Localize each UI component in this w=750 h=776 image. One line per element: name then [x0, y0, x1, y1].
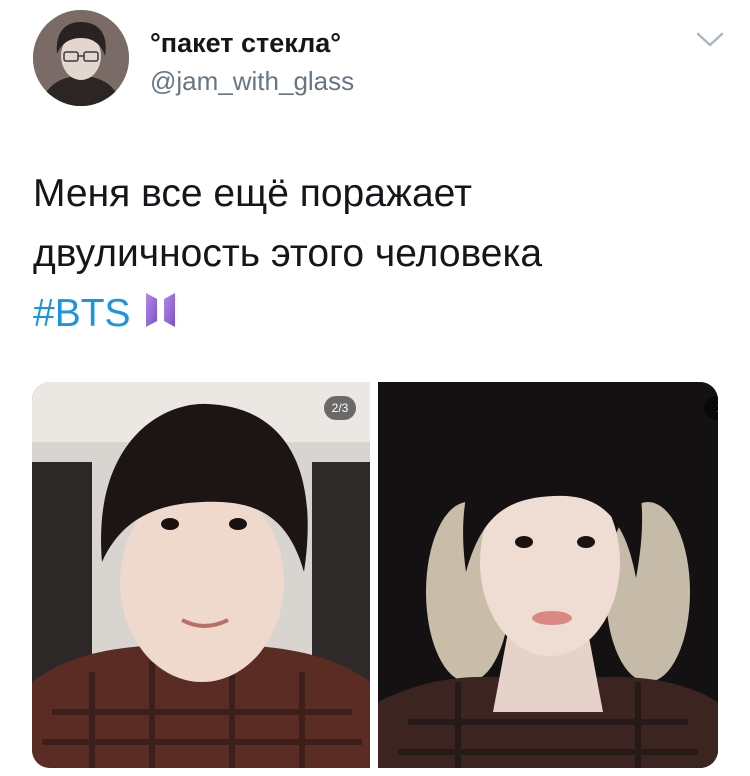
tweet-text-line-2: двуличность этого человека [33, 232, 543, 275]
photo-2[interactable]: 1 [378, 382, 718, 768]
avatar-image [33, 10, 129, 106]
hashtag-link[interactable]: #BTS [33, 292, 131, 335]
hashtag-line: #BTS [33, 284, 683, 344]
chevron-down-icon[interactable] [694, 28, 726, 52]
avatar[interactable] [33, 10, 129, 106]
photo-1-image [32, 382, 370, 768]
user-handle[interactable]: @jam_with_glass [150, 66, 354, 96]
photo-1[interactable]: 2/3 [32, 382, 370, 768]
photo-counter-badge: 2/3 [324, 396, 356, 420]
tweet-text: Меня все ещё поражает двуличность этого … [33, 164, 683, 344]
photo-2-image [378, 382, 718, 768]
tweet-text-line-1: Меня все ещё поражает [33, 172, 472, 215]
media-grid: 2/3 1 [32, 382, 718, 768]
display-name[interactable]: °пакет стекла° [150, 28, 341, 58]
bts-logo-icon [145, 288, 176, 328]
